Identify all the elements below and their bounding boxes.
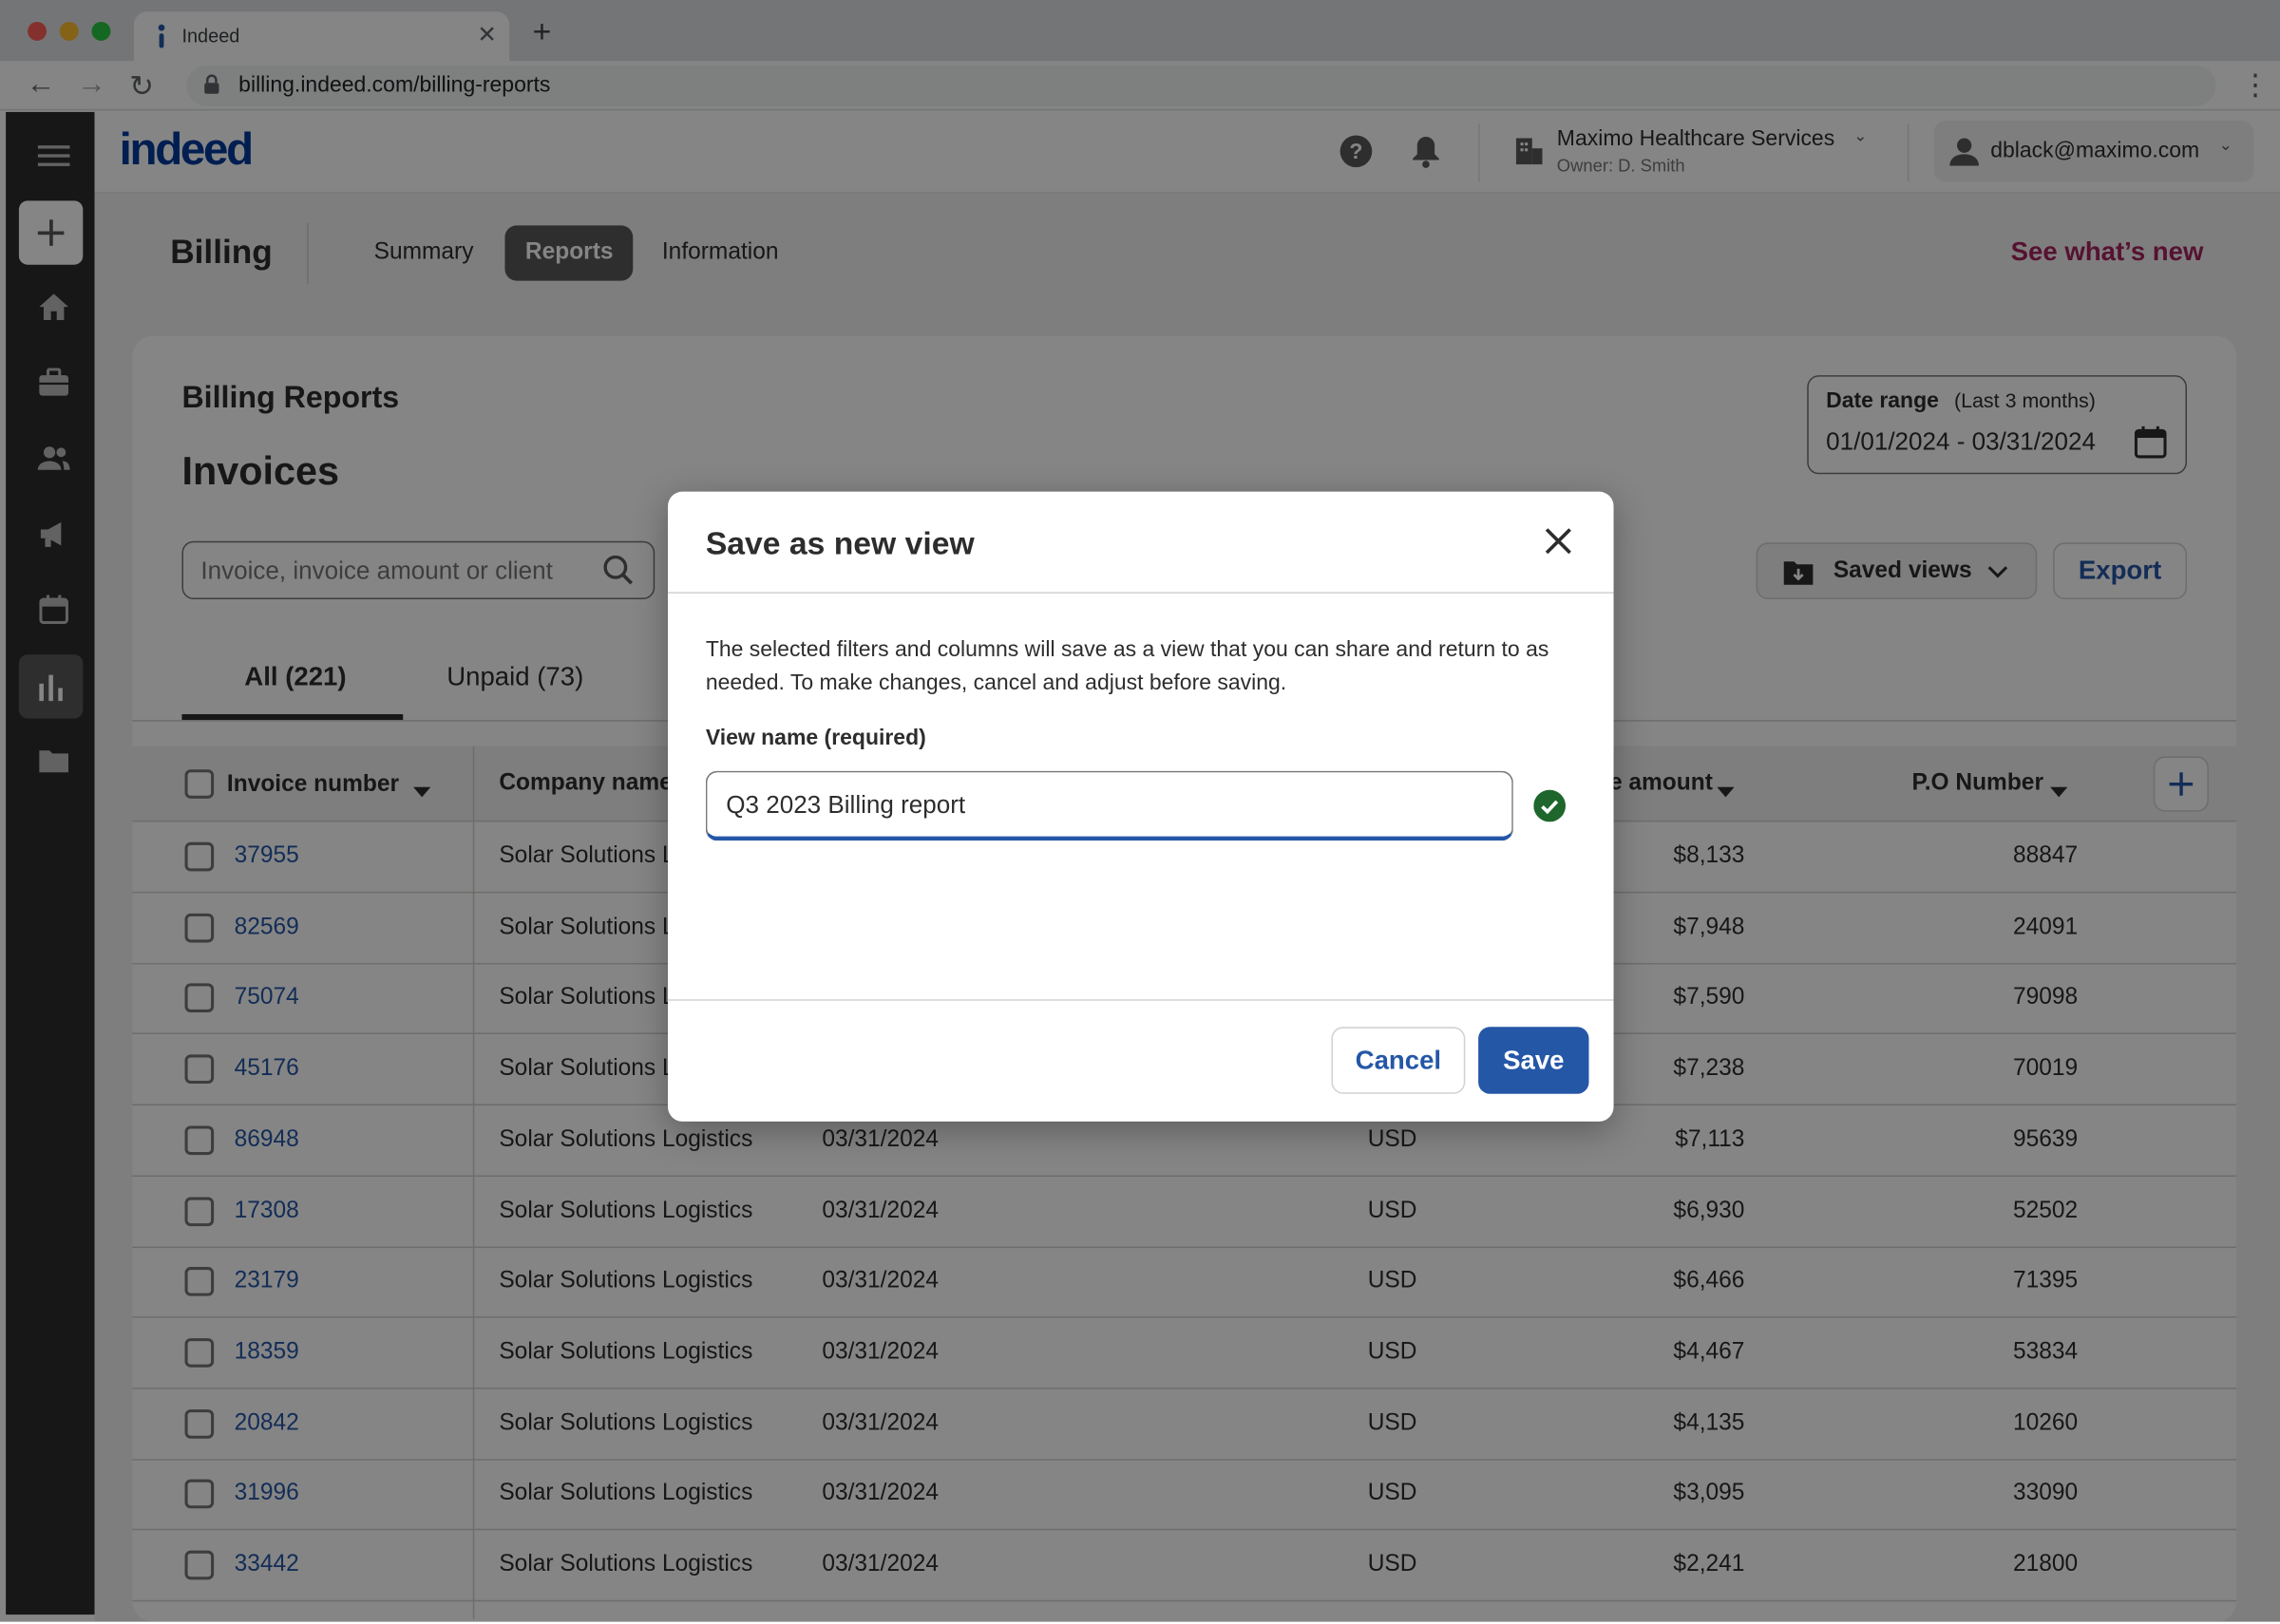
success-check-icon xyxy=(1533,789,1567,829)
modal-title: Save as new view xyxy=(705,524,975,562)
save-button[interactable]: Save xyxy=(1478,1027,1589,1094)
modal-footer-divider xyxy=(668,999,1614,1001)
close-icon[interactable] xyxy=(1541,523,1576,565)
save-view-modal: Save as new view The selected filters an… xyxy=(668,491,1614,1122)
modal-description: The selected filters and columns will sa… xyxy=(705,636,1549,696)
view-name-field[interactable]: Q3 2023 Billing report xyxy=(705,770,1513,841)
view-name-label: View name (required) xyxy=(705,726,926,751)
cancel-button[interactable]: Cancel xyxy=(1331,1027,1466,1094)
modal-header-divider xyxy=(668,592,1614,594)
view-name-input[interactable]: Q3 2023 Billing report xyxy=(726,791,965,821)
browser-window: Indeed ✕ + ← → ↻ ☆ ⋮ billing.indeed.com/… xyxy=(0,0,2280,1622)
